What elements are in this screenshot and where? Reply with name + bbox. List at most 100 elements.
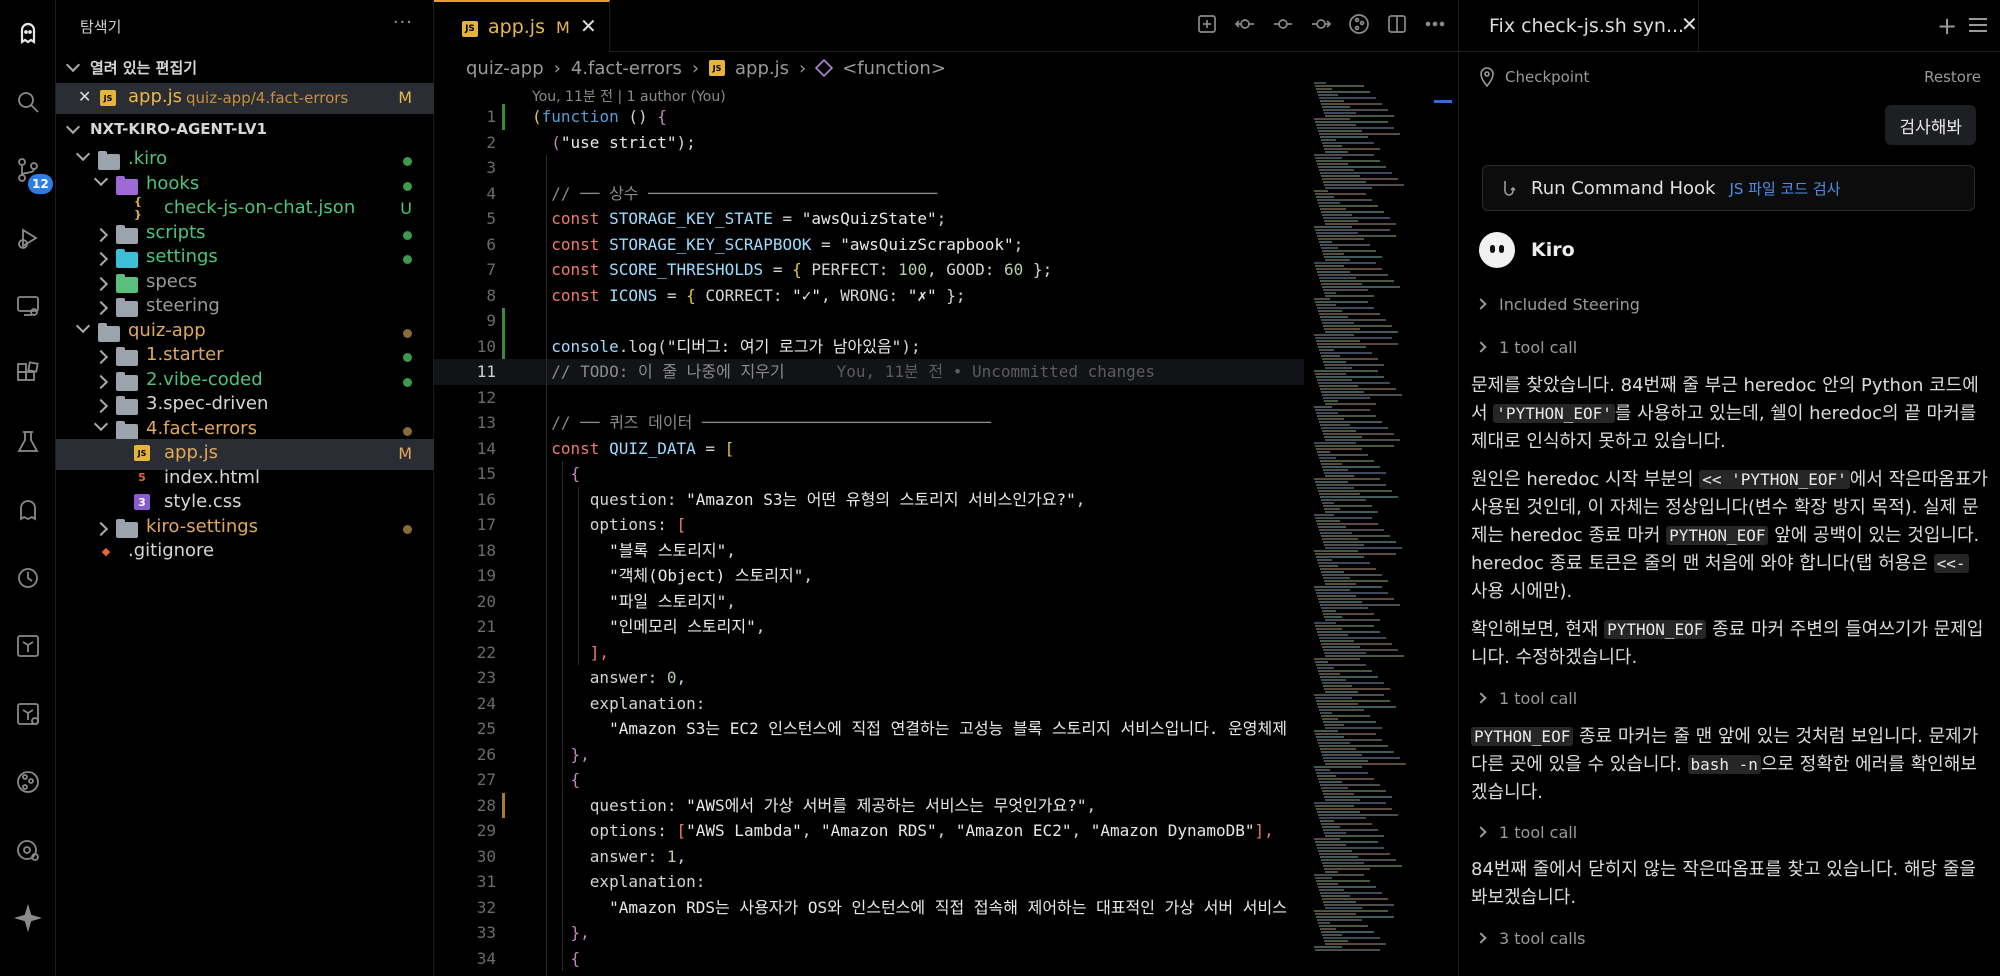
code-line[interactable]: 30 answer: 1, [434,844,1304,870]
breadcrumb-item-folder[interactable]: 4.fact-errors [571,58,682,79]
git-commit-icon[interactable] [1271,12,1295,36]
split-editor-icon[interactable] [1385,12,1409,36]
code-line[interactable]: 29 options: ["AWS Lambda", "Amazon RDS",… [434,818,1304,844]
code-line[interactable]: 12 [434,385,1304,411]
run-command-hook-card[interactable]: Run Command Hook JS 파일 코드 검사 [1482,165,1975,211]
source-control-icon[interactable]: 12 [8,150,53,194]
code-line[interactable]: 6 const STORAGE_KEY_SCRAPBOOK = "awsQuiz… [434,232,1304,258]
tab-modified-badge: M [556,18,570,37]
extensions-icon[interactable] [8,354,48,394]
terraform-icon[interactable] [8,626,48,666]
close-icon[interactable]: ✕ [1681,12,1698,36]
minimap-line [1321,319,1386,321]
terraform-cloud-icon[interactable] [8,694,48,734]
testing-icon[interactable] [8,422,48,462]
code-line[interactable]: 16 question: "Amazon S3는 어떤 유형의 스토리지 서비스… [434,487,1304,513]
new-chat-icon[interactable]: + [1937,12,1957,40]
hook-description[interactable]: JS 파일 코드 검사 [1729,178,1840,199]
tab-close-icon[interactable]: ✕ [580,14,597,38]
scrollbar-marker[interactable] [1434,100,1452,103]
code-line[interactable]: 5 const STORAGE_KEY_STATE = "awsQuizStat… [434,206,1304,232]
minimap-line [1325,187,1372,189]
code-line[interactable]: 2 ("use strict"); [434,130,1304,156]
included-steering-toggle[interactable]: Included Steering [1475,292,1640,316]
git-history-icon[interactable] [8,830,48,870]
code-line[interactable]: 3 [434,155,1304,181]
search-icon[interactable] [8,82,48,122]
code-line[interactable]: 20 "파일 스토리지", [434,589,1304,615]
code-line[interactable]: 26 }, [434,742,1304,768]
code-line[interactable]: 1 (function () { [434,104,1304,130]
minimap-line [1322,358,1378,360]
minimap-line [1323,145,1342,147]
sparkle-icon[interactable] [8,898,48,938]
code-line[interactable]: 11 // TODO: 이 줄 나중에 지우기 You, 11분 전 • Unco… [434,359,1304,385]
breadcrumb-item-file[interactable]: app.js [735,58,789,79]
git-lens-icon[interactable] [1347,12,1371,36]
tool-call-toggle[interactable]: 1 tool call [1475,686,1577,710]
more-actions-icon[interactable] [1423,12,1447,36]
chat-history-icon[interactable] [1969,18,1987,34]
code-line[interactable]: 34 { [434,946,1304,972]
line-number: 21 [476,617,496,636]
open-editors-header[interactable]: 열려 있는 편집기 [56,52,434,82]
code-line[interactable]: 21 "인메모리 스토리지", [434,614,1304,640]
minimap-line [1318,526,1346,528]
chat-session-tab[interactable]: Fix check-js.sh syn... ✕ [1459,0,1699,52]
code-line[interactable]: 4 // ── 상수 ─────────────────────────────… [434,181,1304,207]
indent-guide [546,155,547,976]
close-icon[interactable]: ✕ [78,87,91,106]
code-line[interactable]: 31 explanation: [434,869,1304,895]
previous-change-icon[interactable] [1233,12,1257,36]
workspace-header[interactable]: NXT-KIRO-AGENT-LV1 [56,114,434,144]
minimap-line [1321,643,1392,645]
code-line[interactable]: 24 explanation: [434,691,1304,717]
code-line[interactable]: 23 answer: 0, [434,665,1304,691]
minimap[interactable] [1310,82,1430,976]
code-line[interactable]: 19 "객체(Object) 스토리지", [434,563,1304,589]
code-line[interactable]: 9 [434,308,1304,334]
code-line[interactable]: 7 const SCORE_THRESHOLDS = { PERFECT: 10… [434,257,1304,283]
tool-call-toggle[interactable]: 3 tool calls [1475,926,1585,950]
status-dot [403,181,412,191]
tab-app-js[interactable]: JS app.js M ✕ [434,0,610,52]
chevron-right-icon [1475,932,1487,944]
breadcrumb-item-symbol[interactable]: <function> [842,58,946,79]
kiro-hooks-icon[interactable] [8,558,48,598]
code-line[interactable]: 22 ], [434,640,1304,666]
code-line[interactable]: 33 }, [434,920,1304,946]
blame-header[interactable]: You, 11분 전 | 1 author (You) [532,86,726,106]
minimap-line [1323,541,1396,543]
explorer-more-icon[interactable]: ··· [393,12,413,33]
kiro-logo-icon[interactable] [8,14,48,54]
minimap-line [1320,460,1374,462]
open-editor-item-app-js[interactable]: ✕ JS app.js quiz-app/4.fact-errors M [56,83,434,114]
code-text: console.log("디버그: 여기 로그가 남아있음"); [532,336,921,356]
code-line[interactable]: 8 const ICONS = { CORRECT: "✓", WRONG: "… [434,283,1304,309]
tool-call-toggle[interactable]: 1 tool call [1475,335,1577,359]
code-line[interactable]: 28 question: "AWS에서 가상 서버를 제공하는 서비스는 무엇인… [434,793,1304,819]
code-line[interactable]: 32 "Amazon RDS는 사용자가 OS와 인스턴스에 직접 접속해 제어… [434,895,1304,921]
open-changes-icon[interactable] [1195,12,1219,36]
code-line[interactable]: 14 const QUIZ_DATA = [ [434,436,1304,462]
code-lines[interactable]: 1 (function () {2 ("use strict"); 3 4 // ──… [434,104,1304,976]
ghost-icon[interactable] [8,490,48,530]
code-line[interactable]: 18 "블록 스토리지", [434,538,1304,564]
next-change-icon[interactable] [1309,12,1333,36]
tool-call-toggle[interactable]: 1 tool call [1475,820,1577,844]
git-graph-icon[interactable] [8,762,48,802]
code-line[interactable]: 25 "Amazon S3는 EC2 인스턴스에 직접 연결하는 고성능 블록 … [434,716,1304,742]
minimap-line [1316,484,1386,486]
code-line[interactable]: 17 options: [ [434,512,1304,538]
agent-message-paragraph: 84번째 줄에서 닫히지 않는 작은따옴표를 찾고 있습니다. 해당 줄을 봐보… [1471,859,1976,908]
restore-button[interactable]: Restore [1924,68,1981,86]
code-line[interactable]: 27 { [434,767,1304,793]
code-line[interactable]: 15 { [434,461,1304,487]
minimap-line [1323,649,1398,651]
remote-explorer-icon[interactable] [8,286,48,326]
tree-item[interactable]: ◆ .gitignore [56,537,434,568]
code-line[interactable]: 10 console.log("디버그: 여기 로그가 남아있음"); [434,334,1304,360]
code-line[interactable]: 13 // ── 퀴즈 데이터 ────────────────────────… [434,410,1304,436]
run-debug-icon[interactable] [8,218,48,258]
breadcrumb-item-quiz-app[interactable]: quiz-app [466,58,544,79]
